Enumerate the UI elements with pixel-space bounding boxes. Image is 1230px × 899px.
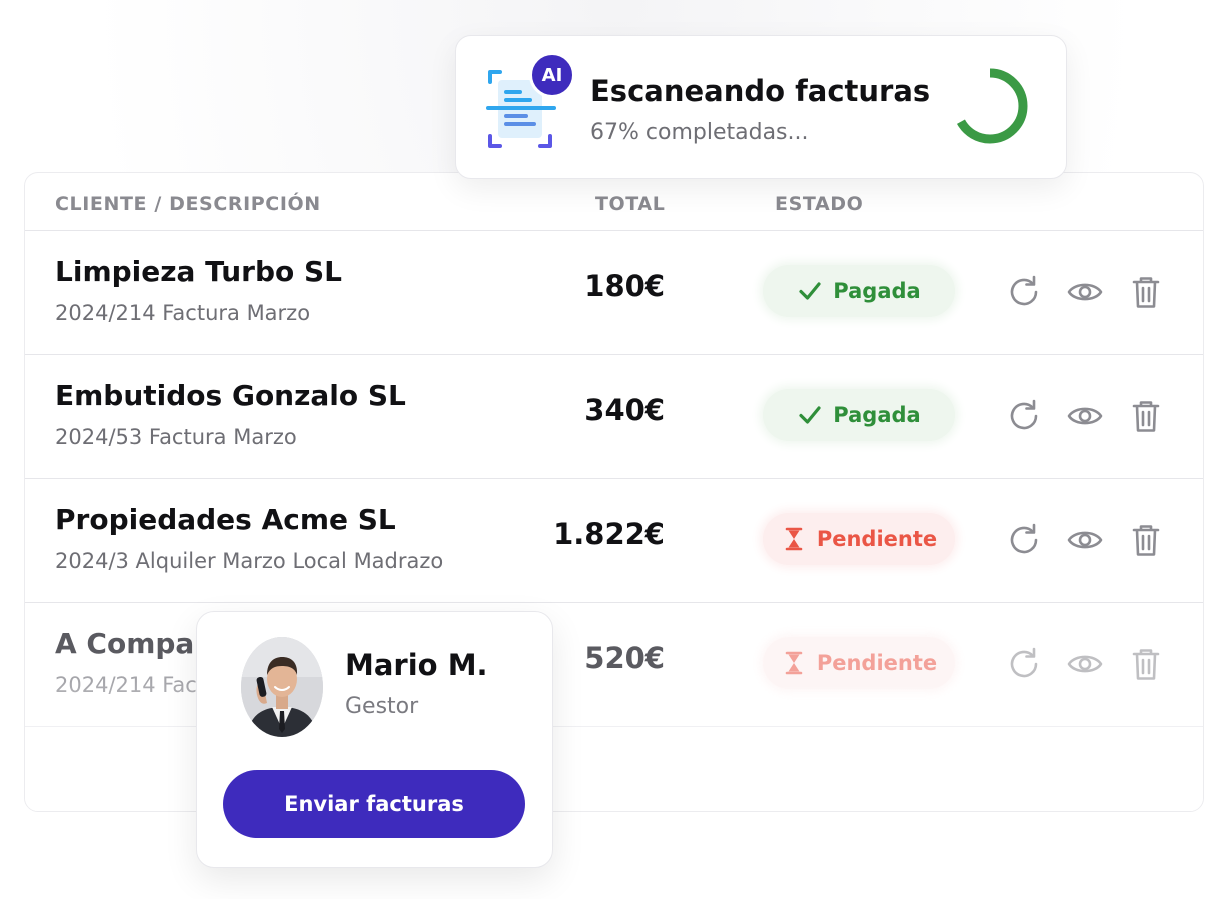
trash-icon[interactable] [1127,521,1165,559]
invoice-description: 2024/214 Factura Marzo [55,301,311,325]
manager-card: Mario M. Gestor Enviar facturas [196,611,553,868]
invoice-description: 2024/53 Factura Marzo [55,425,297,449]
status-badge: Pendiente [763,637,955,689]
eye-icon[interactable] [1066,273,1104,311]
invoice-total: 1.822€ [553,517,665,551]
column-header-status[interactable]: ESTADO [775,193,863,215]
hourglass-icon [781,650,807,676]
manager-role: Gestor [345,694,419,719]
client-name: Embutidos Gonzalo SL [55,379,406,412]
invoice-total: 180€ [584,269,665,303]
eye-icon[interactable] [1066,521,1104,559]
table-row[interactable]: Embutidos Gonzalo SL 2024/53 Factura Mar… [25,355,1203,479]
trash-icon[interactable] [1127,645,1165,683]
status-label: Pagada [833,403,921,427]
hourglass-icon [781,526,807,552]
refresh-icon[interactable] [1005,397,1043,435]
table-row[interactable]: Limpieza Turbo SL 2024/214 Factura Marzo… [25,231,1203,355]
avatar [241,637,323,737]
scan-progress-text: 67% completadas... [590,120,809,145]
send-invoices-button[interactable]: Enviar facturas [223,770,525,838]
client-name: Limpieza Turbo SL [55,255,342,288]
eye-icon[interactable] [1066,397,1104,435]
status-label: Pendiente [816,527,938,551]
scan-status-card: AI Escaneando facturas 67% completadas..… [455,35,1067,179]
trash-icon[interactable] [1127,273,1165,311]
client-name: A Compa [55,627,195,660]
manager-name: Mario M. [345,648,488,682]
check-icon [797,402,823,428]
invoice-total: 340€ [584,393,665,427]
check-icon [797,278,823,304]
scan-title: Escaneando facturas [590,74,931,108]
client-name: Propiedades Acme SL [55,503,396,536]
invoice-total: 520€ [584,641,665,675]
status-label: Pendiente [816,651,938,675]
table-header: CLIENTE / DESCRIPCIÓN TOTAL ESTADO [25,173,1203,231]
refresh-icon[interactable] [1005,273,1043,311]
refresh-icon[interactable] [1005,521,1043,559]
trash-icon[interactable] [1127,397,1165,435]
column-header-total[interactable]: TOTAL [595,193,665,215]
refresh-icon[interactable] [1005,645,1043,683]
table-row[interactable]: Propiedades Acme SL 2024/3 Alquiler Marz… [25,479,1203,603]
status-label: Pagada [833,279,921,303]
column-header-client[interactable]: CLIENTE / DESCRIPCIÓN [55,193,321,215]
status-badge: Pendiente [763,513,955,565]
progress-spinner [952,68,1028,144]
eye-icon[interactable] [1066,645,1104,683]
status-badge: Pagada [763,389,955,441]
invoice-description: 2024/3 Alquiler Marzo Local Madrazo [55,549,444,573]
status-badge: Pagada [763,265,955,317]
invoice-description: 2024/214 Fac [55,673,197,697]
ai-badge: AI [529,52,575,98]
